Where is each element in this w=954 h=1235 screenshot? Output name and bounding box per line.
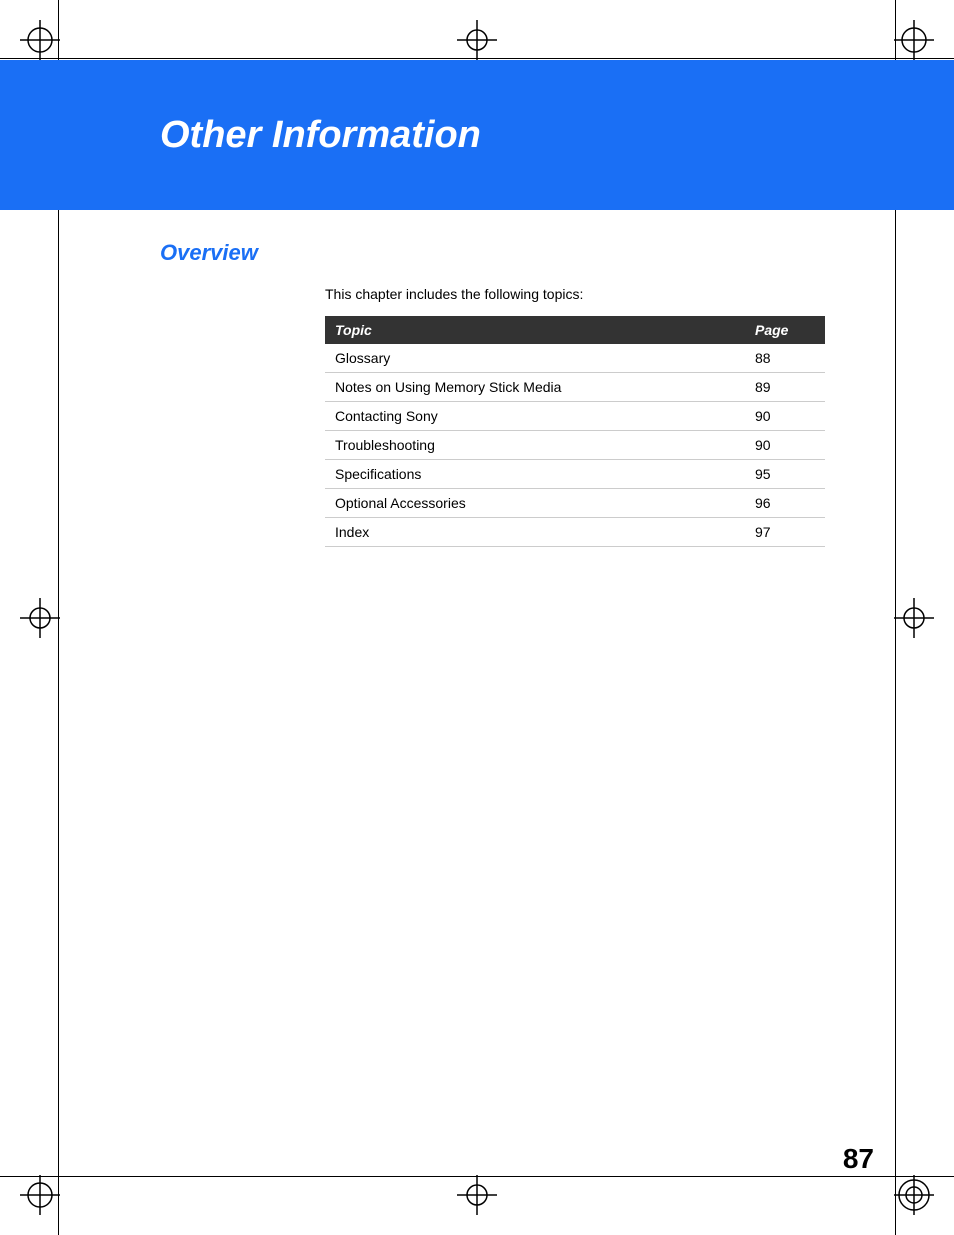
table-cell-topic: Specifications xyxy=(325,460,745,489)
table-cell-topic: Contacting Sony xyxy=(325,402,745,431)
reg-mark-mid-left xyxy=(20,598,60,638)
table-cell-topic: Glossary xyxy=(325,344,745,373)
intro-text: This chapter includes the following topi… xyxy=(325,286,874,302)
column-header-topic: Topic xyxy=(325,316,745,344)
table-row: Optional Accessories96 xyxy=(325,489,825,518)
table-row: Notes on Using Memory Stick Media89 xyxy=(325,373,825,402)
table-cell-page: 88 xyxy=(745,344,825,373)
table-cell-page: 97 xyxy=(745,518,825,547)
page-number: 87 xyxy=(843,1143,874,1175)
reg-mark-bottom-center xyxy=(457,1175,497,1215)
table-cell-page: 96 xyxy=(745,489,825,518)
table-row: Glossary88 xyxy=(325,344,825,373)
reg-mark-top-left xyxy=(20,20,60,60)
table-cell-topic: Troubleshooting xyxy=(325,431,745,460)
table-cell-page: 90 xyxy=(745,402,825,431)
table-cell-page: 95 xyxy=(745,460,825,489)
table-row: Contacting Sony90 xyxy=(325,402,825,431)
table-row: Index97 xyxy=(325,518,825,547)
table-cell-topic: Optional Accessories xyxy=(325,489,745,518)
column-header-page: Page xyxy=(745,316,825,344)
topics-table: Topic Page Glossary88Notes on Using Memo… xyxy=(325,316,825,547)
header-banner: Other Information xyxy=(0,60,954,210)
table-header-row: Topic Page xyxy=(325,316,825,344)
reg-mark-top-center xyxy=(457,20,497,60)
table-row: Specifications95 xyxy=(325,460,825,489)
content-area: Overview This chapter includes the follo… xyxy=(160,240,874,547)
table-cell-topic: Notes on Using Memory Stick Media xyxy=(325,373,745,402)
reg-mark-bottom-right xyxy=(894,1175,934,1215)
table-row: Troubleshooting90 xyxy=(325,431,825,460)
reg-mark-top-right xyxy=(894,20,934,60)
reg-mark-mid-right xyxy=(894,598,934,638)
table-cell-page: 89 xyxy=(745,373,825,402)
table-cell-topic: Index xyxy=(325,518,745,547)
page-title: Other Information xyxy=(160,114,481,157)
section-heading: Overview xyxy=(160,240,874,266)
reg-mark-bottom-left xyxy=(20,1175,60,1215)
table-cell-page: 90 xyxy=(745,431,825,460)
